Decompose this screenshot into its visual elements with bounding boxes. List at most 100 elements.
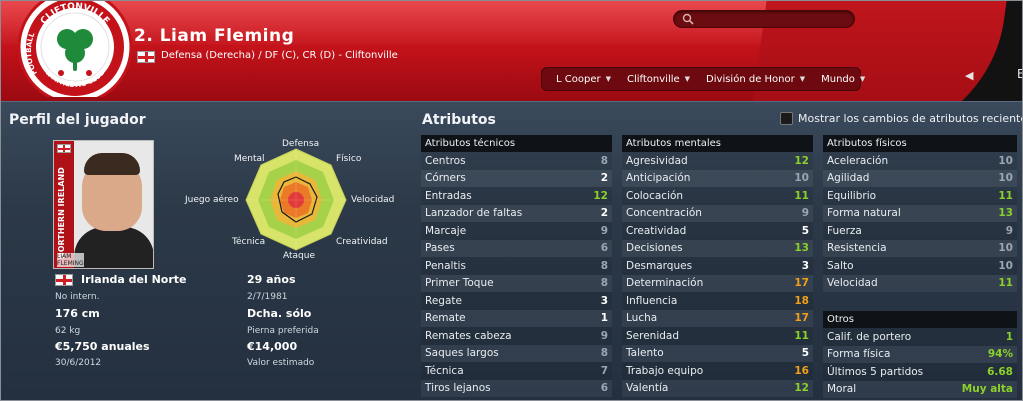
attribute-name: Serenidad	[626, 329, 680, 342]
player-photo: NORTHERN IRELAND LIAM FLEMING	[53, 140, 154, 269]
attribute-row[interactable]: Saques largos 8	[421, 344, 612, 362]
radar-label-tecnica: Técnica	[232, 237, 266, 247]
attribute-row[interactable]: Decisiones 13	[622, 239, 813, 257]
attribute-row[interactable]: Desmarques 3	[622, 257, 813, 275]
attribute-row[interactable]: Regate 3	[421, 292, 612, 310]
back-arrow-icon[interactable]: ◀	[965, 69, 973, 82]
attribute-name: Técnica	[425, 364, 464, 377]
attribute-name: Influencia	[626, 294, 678, 307]
photo-caption-last: FLEMING	[57, 260, 84, 267]
mental-attributes-table: Atributos mentales Agresividad 12 Anticipa…	[622, 135, 813, 397]
attribute-row[interactable]: Creatividad 5	[622, 222, 813, 240]
photo-caption-first: LIAM	[57, 253, 72, 260]
attribute-row[interactable]: Técnica 7	[421, 362, 612, 380]
attribute-row[interactable]: Influencia 18	[622, 292, 813, 310]
attribute-row[interactable]: Entradas 12	[421, 187, 612, 205]
attribute-name: Forma natural	[827, 207, 901, 220]
attribute-row[interactable]: Tiros lejanos 6	[421, 379, 612, 397]
attribute-name: Desmarques	[626, 259, 693, 272]
wage-value: €5,750 anuales	[55, 340, 150, 353]
attribute-row[interactable]: Marcaje 9	[421, 222, 612, 240]
attribute-value: 1	[1005, 330, 1013, 343]
age-value: 29 años	[247, 273, 296, 286]
physical-attributes-table: Atributos físicos Aceleración 10 Agilidad 1…	[823, 135, 1017, 292]
attribute-row[interactable]: Remate 1	[421, 309, 612, 327]
club-crest[interactable]: CLIFTONVILLE FOOTBALL & ATHLETIC CLUB	[15, 1, 135, 97]
attribute-name: Lanzador de faltas	[425, 207, 523, 220]
attribute-row[interactable]: Serenidad 11	[622, 327, 813, 345]
other-attributes-table: Otros Calif. de portero 1 Forma física 94% Ú…	[823, 311, 1017, 398]
forward-partial-label[interactable]: E	[1017, 67, 1022, 81]
attribute-row[interactable]: Determinación 17	[622, 274, 813, 292]
nav-item-world[interactable]: Mundo ▼	[813, 74, 873, 85]
attribute-value: 11	[998, 189, 1013, 202]
attribute-value: 9	[801, 207, 809, 220]
attribute-name: Resistencia	[827, 242, 887, 255]
attribute-row[interactable]: Penaltis 8	[421, 257, 612, 275]
attribute-row[interactable]: Centros 8	[421, 152, 612, 170]
attribute-row[interactable]: Córners 2	[421, 169, 612, 187]
attribute-name: Primer Toque	[425, 277, 494, 290]
attribute-row[interactable]: Fuerza 9	[823, 222, 1017, 240]
attribute-row[interactable]: Colocación 11	[622, 187, 813, 205]
attribute-row[interactable]: Agresividad 12	[622, 152, 813, 170]
attribute-row[interactable]: Moral Muy alta	[823, 380, 1017, 398]
attribute-name: Concentración	[626, 207, 702, 220]
attribute-name: Creatividad	[626, 224, 687, 237]
northern-ireland-flag-icon	[57, 144, 71, 153]
attribute-row[interactable]: Lucha 17	[622, 309, 813, 327]
attribute-row[interactable]: Salto 10	[823, 257, 1017, 275]
caret-down-icon: ▼	[684, 75, 691, 83]
attribute-name: Aceleración	[827, 154, 889, 167]
attribute-value: 9	[600, 329, 608, 342]
attribute-value: 94%	[987, 348, 1013, 361]
attribute-row[interactable]: Aceleración 10	[823, 152, 1017, 170]
attribute-row[interactable]: Resistencia 10	[823, 239, 1017, 257]
attribute-value: 8	[600, 277, 608, 290]
attribute-value: 8	[600, 259, 608, 272]
attribute-row[interactable]: Talento 5	[622, 344, 813, 362]
search-input[interactable]	[673, 10, 855, 28]
attribute-row[interactable]: Trabajo equipo 16	[622, 362, 813, 380]
estimated-value: €14,000	[247, 340, 298, 353]
attribute-row[interactable]: Forma natural 13	[823, 204, 1017, 222]
attribute-name: Determinación	[626, 277, 704, 290]
attribute-name: Agilidad	[827, 172, 870, 185]
attribute-row[interactable]: Equilibrio 11	[823, 187, 1017, 205]
attribute-row[interactable]: Últimos 5 partidos 6.68	[823, 363, 1017, 381]
photo-hair	[84, 153, 140, 175]
nav-item-club[interactable]: Cliftonville ▼	[619, 74, 698, 85]
attributes-section-title: Atributos	[422, 112, 496, 128]
attribute-row[interactable]: Lanzador de faltas 2	[421, 204, 612, 222]
attribute-row[interactable]: Primer Toque 8	[421, 274, 612, 292]
nav-item-label: Mundo	[821, 73, 855, 85]
profile-section-title: Perfil del jugador	[9, 112, 146, 128]
attribute-row[interactable]: Calif. de portero 1	[823, 328, 1017, 346]
attribute-value: 3	[801, 259, 809, 272]
attribute-value: 7	[600, 364, 608, 377]
attribute-row[interactable]: Anticipación 10	[622, 169, 813, 187]
nationality-link[interactable]: Irlanda del Norte	[81, 273, 187, 286]
attribute-name: Talento	[626, 347, 664, 360]
attribute-row[interactable]: Agilidad 10	[823, 169, 1017, 187]
attribute-name: Marcaje	[425, 224, 467, 237]
show-changes-toggle[interactable]: Mostrar los cambios de atributos recient…	[780, 112, 1022, 125]
attribute-row[interactable]: Velocidad 11	[823, 274, 1017, 292]
attribute-name: Fuerza	[827, 224, 862, 237]
nav-item-league[interactable]: División de Honor ▼	[698, 74, 813, 85]
attribute-name: Calif. de portero	[827, 330, 912, 343]
attribute-value: 2	[600, 207, 608, 220]
nav-item-manager[interactable]: L Cooper ▼	[548, 74, 619, 85]
attribute-value: 12	[794, 382, 809, 395]
attribute-value: 17	[794, 277, 809, 290]
caret-down-icon: ▼	[799, 75, 806, 83]
show-changes-checkbox[interactable]	[780, 112, 793, 125]
attribute-value: 12	[593, 189, 608, 202]
attribute-name: Pases	[425, 242, 455, 255]
attribute-row[interactable]: Concentración 9	[622, 204, 813, 222]
attribute-value: 11	[794, 189, 809, 202]
attribute-row[interactable]: Remates cabeza 9	[421, 327, 612, 345]
attribute-row[interactable]: Pases 6	[421, 239, 612, 257]
attribute-row[interactable]: Valentía 12	[622, 379, 813, 397]
attribute-row[interactable]: Forma física 94%	[823, 345, 1017, 363]
